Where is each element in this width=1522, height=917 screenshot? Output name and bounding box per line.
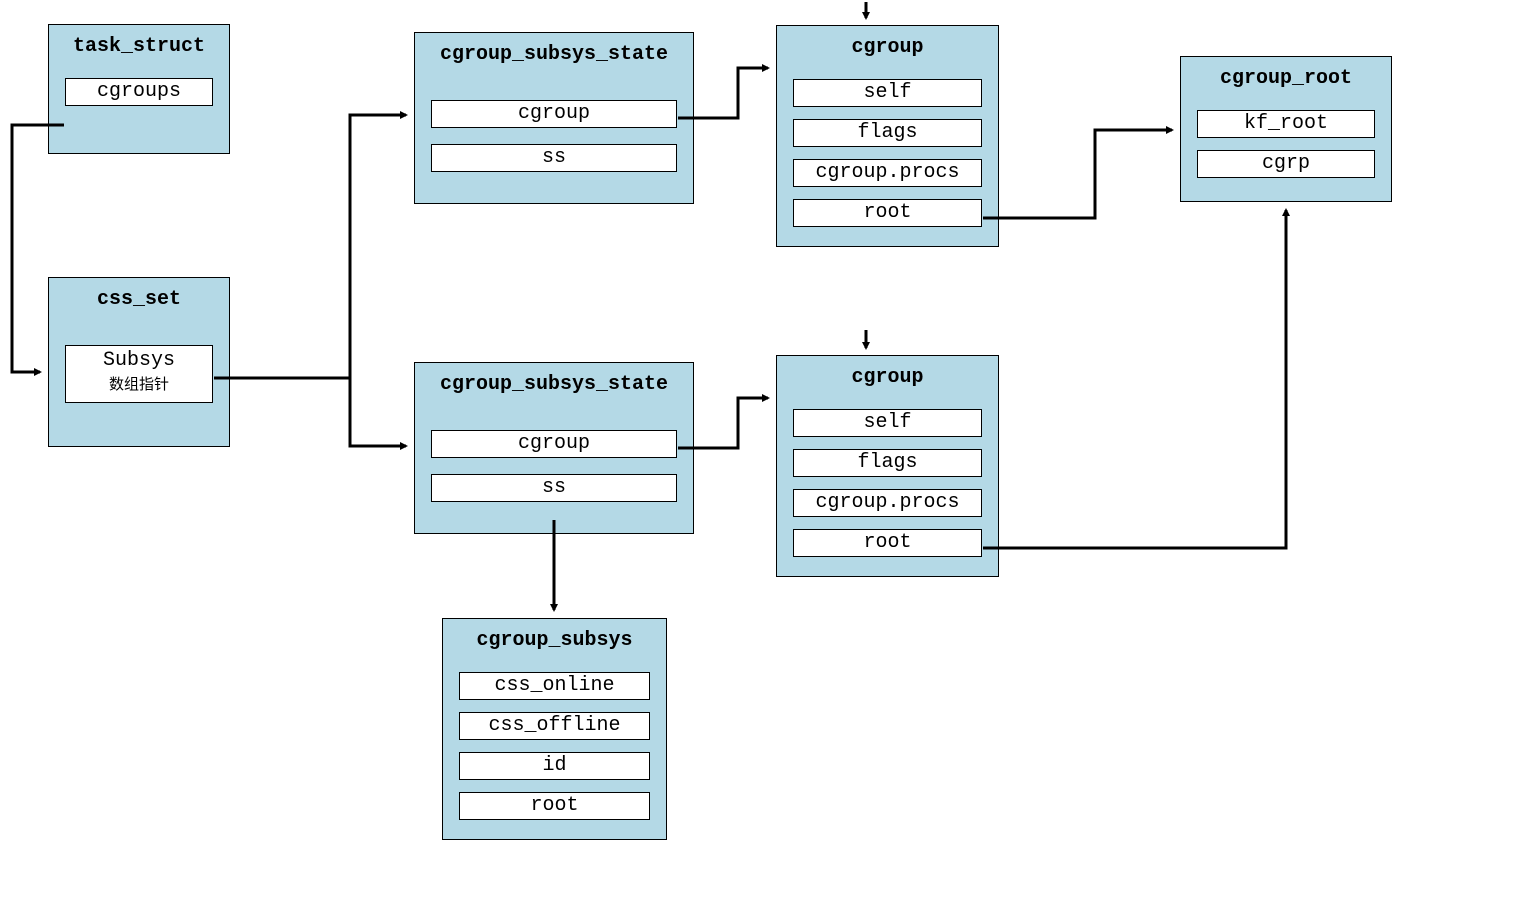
cgroup-subsys-field-offline: css_offline [459,712,650,740]
cgroup-subsys-field-root: root [459,792,650,820]
css-state-bottom-box: cgroup_subsys_state cgroup ss [414,362,694,534]
arrow-cssset-to-cssstate-bottom [350,378,406,446]
cgroup-bottom-field-flags: flags [793,449,982,477]
cgroup-bottom-field-root: root [793,529,982,557]
css-set-field-subsys: Subsys 数组指针 [65,345,213,403]
cgroup-subsys-field-online: css_online [459,672,650,700]
css-set-box: css_set Subsys 数组指针 [48,277,230,447]
cgroup-top-title: cgroup [777,26,998,73]
css-set-title: css_set [49,278,229,325]
css-state-top-box: cgroup_subsys_state cgroup ss [414,32,694,204]
cgroup-bottom-box: cgroup self flags cgroup.procs root [776,355,999,577]
arrow-cgroup-top-root-to-cgroup-root [983,130,1172,218]
cgroup-root-box: cgroup_root kf_root cgrp [1180,56,1392,202]
css-set-subsys-sub: 数组指针 [66,373,212,397]
task-struct-field-cgroups: cgroups [65,78,213,106]
cgroup-subsys-field-id: id [459,752,650,780]
cgroup-top-field-flags: flags [793,119,982,147]
css-state-bottom-field-ss: ss [431,474,677,502]
css-state-top-field-cgroup: cgroup [431,100,677,128]
cgroup-top-field-self: self [793,79,982,107]
cgroup-top-box: cgroup self flags cgroup.procs root [776,25,999,247]
cgroup-bottom-field-procs: cgroup.procs [793,489,982,517]
cgroup-subsys-box: cgroup_subsys css_online css_offline id … [442,618,667,840]
cgroup-top-field-root: root [793,199,982,227]
cgroup-root-title: cgroup_root [1181,57,1391,104]
cgroup-subsys-title: cgroup_subsys [443,619,666,666]
cgroup-top-field-procs: cgroup.procs [793,159,982,187]
css-state-top-field-ss: ss [431,144,677,172]
cgroup-root-field-kfroot: kf_root [1197,110,1375,138]
cgroup-root-field-cgrp: cgrp [1197,150,1375,178]
css-state-bottom-field-cgroup: cgroup [431,430,677,458]
arrow-cgroup-bottom-root-to-cgroup-root [983,210,1286,548]
css-state-top-title: cgroup_subsys_state [415,33,693,80]
cgroup-bottom-field-self: self [793,409,982,437]
task-struct-box: task_struct cgroups [48,24,230,154]
arrow-cssset-to-cssstate-top [350,115,406,378]
cgroup-bottom-title: cgroup [777,356,998,403]
diagram-canvas: task_struct cgroups css_set Subsys 数组指针 … [0,0,1522,917]
css-set-subsys-label: Subsys [66,349,212,373]
css-state-bottom-title: cgroup_subsys_state [415,363,693,410]
task-struct-title: task_struct [49,25,229,72]
